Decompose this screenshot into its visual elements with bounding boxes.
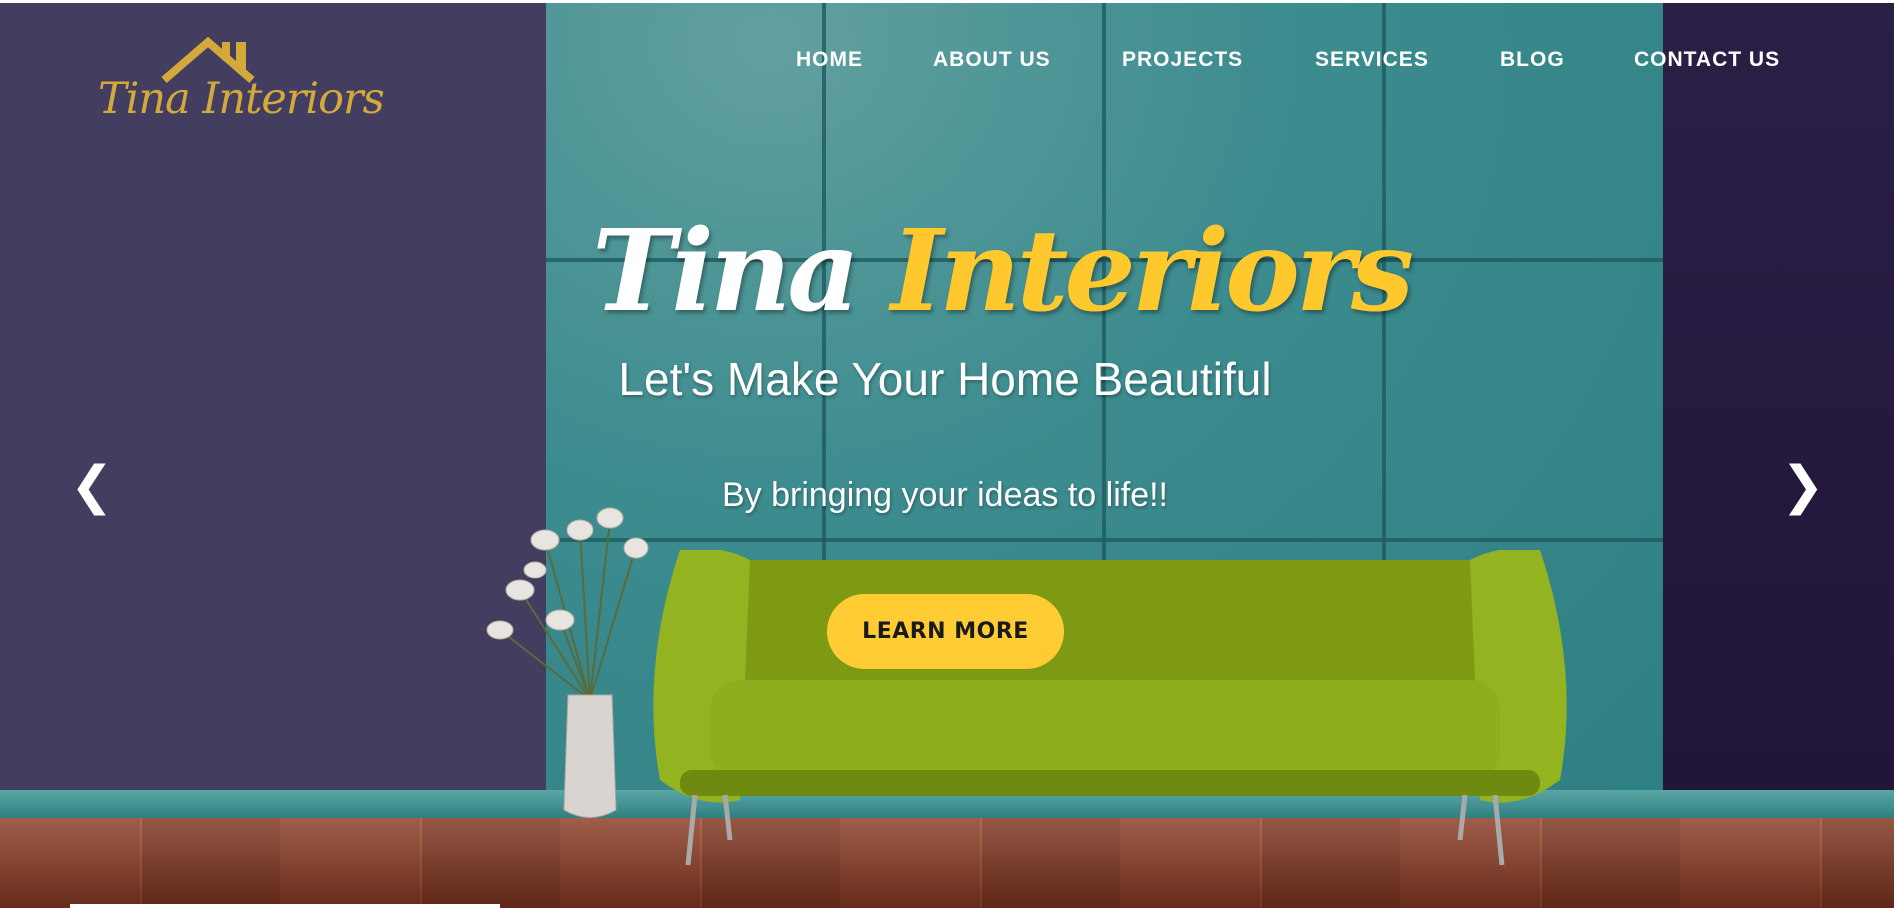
hero-title-part1: Tina: [592, 206, 860, 337]
green-sofa-illustration: [653, 550, 1567, 866]
learn-more-button[interactable]: LEARN MORE: [827, 594, 1064, 669]
nav-home[interactable]: HOME: [796, 48, 863, 72]
hero-title-part2: Interiors: [890, 206, 1414, 337]
chevron-right-icon[interactable]: ❯: [1781, 456, 1825, 516]
flower-vase-illustration: [486, 507, 649, 818]
nav-blog[interactable]: BLOG: [1500, 48, 1565, 72]
nav-services[interactable]: SERVICES: [1315, 48, 1429, 72]
wall-panel-seam: [546, 538, 1663, 542]
hero-banner: [0, 0, 1894, 908]
nav-about-us[interactable]: ABOUT US: [933, 48, 1051, 72]
hero-tagline: By bringing your ideas to life!!: [721, 476, 1169, 514]
nav-projects[interactable]: PROJECTS: [1122, 48, 1243, 72]
logo-text: Tina Interiors: [98, 74, 385, 124]
top-edge: [0, 0, 1894, 3]
hero-title: Tina Interiors: [592, 206, 1414, 337]
brand-logo[interactable]: Tina Interiors: [98, 36, 385, 126]
bottom-edge: [70, 904, 500, 908]
hero-subtitle: Let's Make Your Home Beautiful: [618, 353, 1272, 405]
chevron-left-icon[interactable]: ❮: [70, 456, 114, 516]
background-wall-right: [1663, 0, 1894, 790]
nav-contact-us[interactable]: CONTACT US: [1634, 48, 1780, 72]
